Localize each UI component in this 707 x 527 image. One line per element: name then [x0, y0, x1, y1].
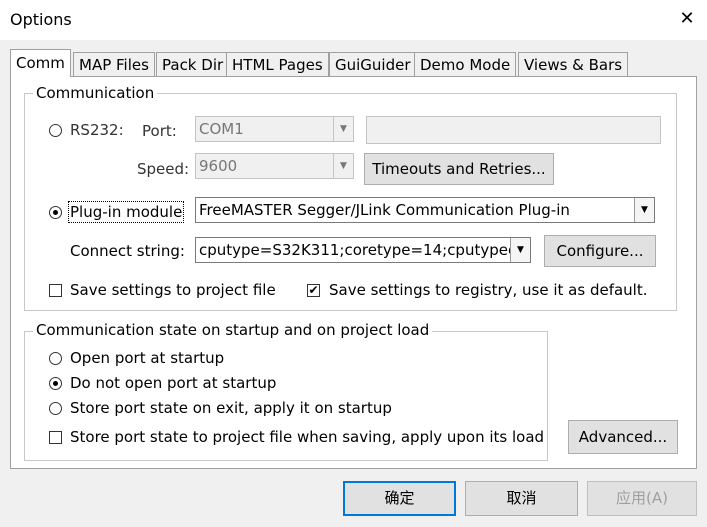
tab-views-bars[interactable]: Views & Bars [518, 52, 629, 76]
open-port-label: Open port at startup [70, 349, 225, 367]
advanced-button[interactable]: Advanced... [568, 420, 678, 454]
connect-string-label: Connect string: [70, 242, 185, 260]
store-to-project-checkbox[interactable] [49, 431, 62, 444]
tab-html-pages[interactable]: HTML Pages [226, 52, 329, 76]
tab-guiguider[interactable]: GuiGuider [329, 52, 417, 76]
plugin-module-combo[interactable]: FreeMASTER Segger/JLink Communication Pl… [195, 197, 655, 223]
plugin-radio[interactable] [49, 206, 62, 219]
chevron-down-icon: ▼ [634, 198, 654, 222]
do-not-open-port-label: Do not open port at startup [70, 374, 277, 392]
tab-label: Pack Dir [162, 56, 224, 74]
speed-combo[interactable]: 9600 ▼ [195, 153, 354, 179]
chevron-down-icon: ▼ [510, 238, 530, 262]
speed-label: Speed: [137, 160, 190, 178]
chevron-down-icon: ▼ [333, 154, 353, 178]
speed-value: 9600 [199, 157, 238, 175]
save-project-checkbox[interactable] [49, 284, 62, 297]
title-bar [0, 0, 707, 40]
apply-button[interactable]: 应用(A) [587, 481, 697, 516]
window-title: Options [10, 10, 72, 29]
save-registry-checkbox[interactable]: ✔ [307, 284, 320, 297]
tab-label: HTML Pages [232, 56, 323, 74]
port-extra-field [366, 116, 661, 144]
tab-label: GuiGuider [335, 56, 411, 74]
tab-panel: Communication RS232: Port: COM1 ▼ Speed:… [10, 76, 697, 469]
connect-string-value: cputype=S32K311;coretype=14;cputypeen [199, 241, 527, 259]
plugin-module-value: FreeMASTER Segger/JLink Communication Pl… [199, 201, 570, 219]
communication-group-title: Communication [33, 84, 158, 102]
rs232-label: RS232: [70, 121, 124, 139]
store-port-state-radio[interactable] [49, 402, 62, 415]
tab-label: Views & Bars [524, 56, 623, 74]
tab-demo-mode[interactable]: Demo Mode [414, 52, 517, 76]
tab-label: Demo Mode [420, 56, 511, 74]
tab-label: Comm [16, 54, 65, 72]
port-value: COM1 [199, 120, 244, 138]
rs232-radio[interactable] [49, 124, 62, 137]
port-label: Port: [142, 122, 177, 140]
tab-pack-dir[interactable]: Pack Dir [156, 52, 230, 76]
timeouts-button[interactable]: Timeouts and Retries... [364, 153, 554, 185]
close-icon[interactable]: ✕ [672, 4, 702, 34]
tab-comm[interactable]: Comm [10, 49, 71, 77]
cancel-button[interactable]: 取消 [465, 481, 578, 516]
startup-group-title: Communication state on startup and on pr… [33, 321, 433, 339]
do-not-open-port-radio[interactable] [49, 377, 62, 390]
save-project-label: Save settings to project file [70, 281, 276, 299]
save-registry-label: Save settings to registry, use it as def… [329, 281, 648, 299]
port-combo[interactable]: COM1 ▼ [195, 116, 354, 142]
tab-label: MAP Files [79, 56, 149, 74]
store-port-state-label: Store port state on exit, apply it on st… [70, 399, 392, 417]
connect-string-combo[interactable]: cputype=S32K311;coretype=14;cputypeen ▼ [195, 237, 531, 263]
open-port-radio[interactable] [49, 352, 62, 365]
configure-button[interactable]: Configure... [544, 235, 656, 267]
store-to-project-label: Store port state to project file when sa… [70, 428, 545, 446]
tab-map-files[interactable]: MAP Files [73, 52, 155, 76]
ok-button[interactable]: 确定 [343, 481, 456, 516]
plugin-label: Plug-in module [67, 201, 185, 223]
chevron-down-icon: ▼ [333, 117, 353, 141]
